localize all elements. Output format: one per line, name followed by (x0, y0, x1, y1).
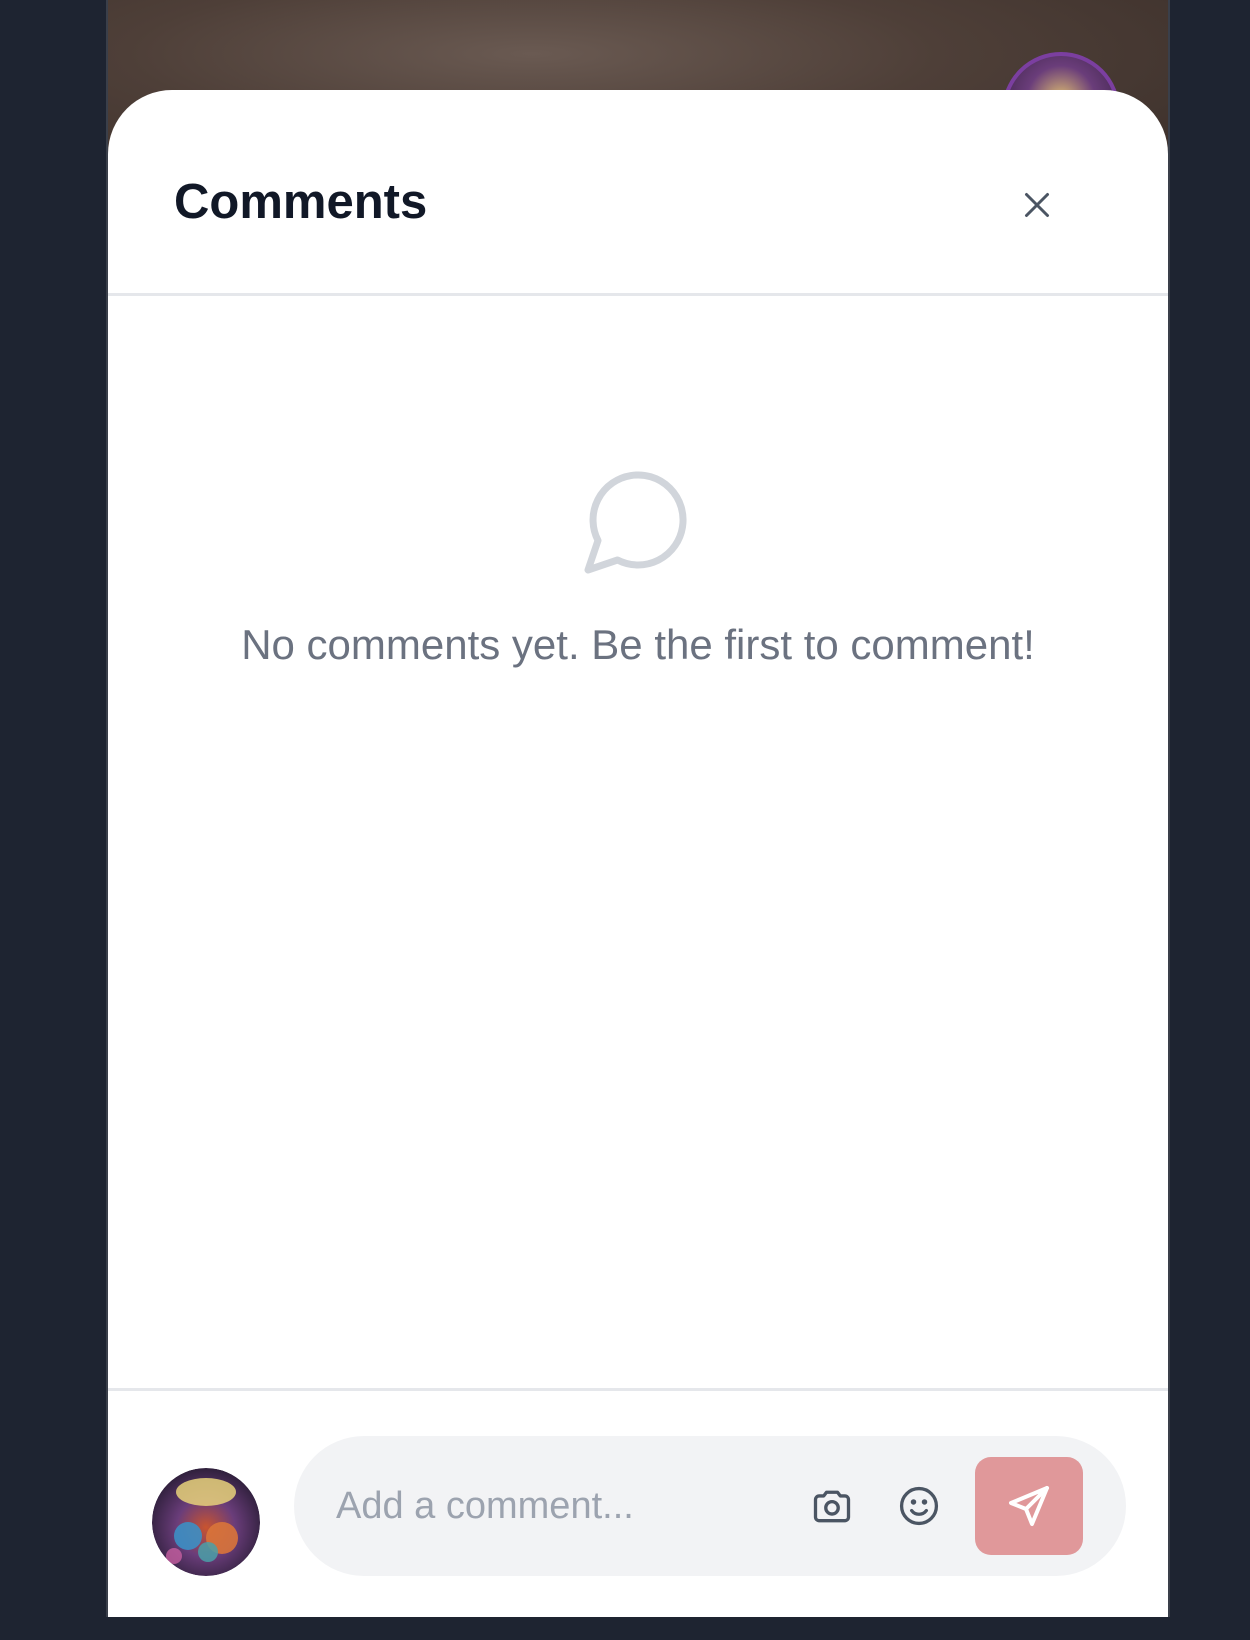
sheet-title: Comments (174, 175, 428, 229)
camera-button[interactable] (804, 1478, 860, 1534)
empty-state: No comments yet. Be the first to comment… (108, 460, 1168, 670)
send-icon (1009, 1486, 1049, 1526)
sheet-header: Comments (108, 90, 1168, 296)
smile-icon (899, 1486, 939, 1526)
avatar-image (152, 1468, 260, 1576)
comments-sheet: Comments No comments yet. Be the first t… (108, 90, 1168, 1617)
send-button[interactable] (975, 1457, 1083, 1555)
comment-box (294, 1436, 1126, 1576)
close-icon (1025, 193, 1049, 217)
camera-icon (813, 1490, 851, 1523)
empty-message: No comments yet. Be the first to comment… (241, 621, 1035, 668)
comment-input[interactable] (336, 1476, 776, 1536)
avatar[interactable] (152, 1468, 260, 1576)
chat-bubble-icon (584, 471, 687, 574)
close-button[interactable] (1012, 180, 1062, 230)
app-column: Comments No comments yet. Be the first t… (106, 0, 1170, 1617)
comment-composer (108, 1388, 1168, 1617)
emoji-button[interactable] (891, 1478, 947, 1534)
